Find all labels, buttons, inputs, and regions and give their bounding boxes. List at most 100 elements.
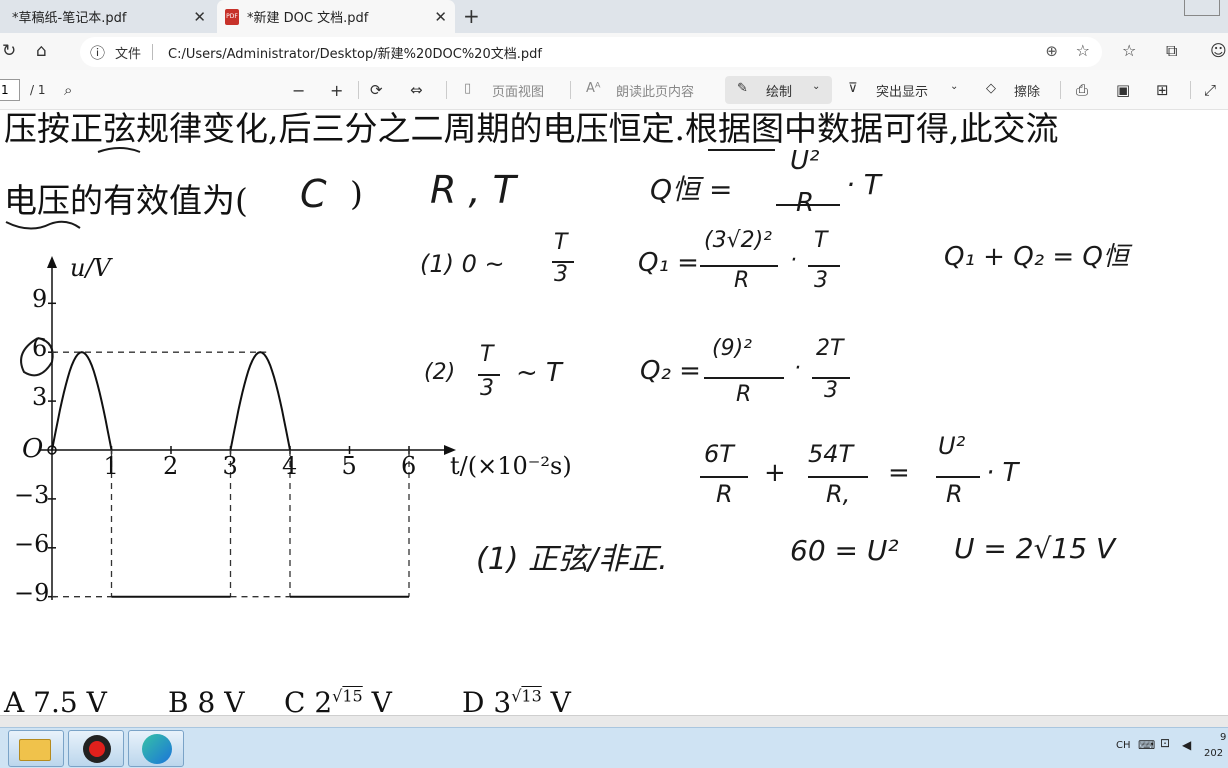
tab-title: *新建 DOC 文档.pdf [247,11,369,26]
hw-q2-num2: 2T [816,336,844,361]
hw-q1-den: R [734,268,750,293]
hw-step2: (2) [424,360,456,385]
rotate-icon[interactable]: ⟳ [370,81,383,99]
zoom-in-icon[interactable]: + [330,81,343,100]
hw-variables: R , T [430,168,516,212]
horizontal-scrollbar[interactable] [0,715,1228,727]
chevron-down-icon[interactable]: ⌄ [812,81,820,92]
hw-q2-den2: 3 [824,378,838,403]
tab-draft-notebook[interactable]: *草稿纸-笔记本.pdf ✕ [0,0,214,33]
page-total: / 1 [30,83,46,97]
highlight-button[interactable]: 突出显示 [876,81,928,100]
hw-q1: Q₁ = [638,248,699,278]
pdf-page: 压按正弦规律变化,后三分之二周期的电压恒定.根据图中数据可得,此交流 电压的有效… [0,110,1228,715]
collections-icon[interactable]: ⧉ [1166,41,1177,61]
clock-time[interactable]: 9 [1220,732,1226,743]
divider [358,81,359,99]
highlight-icon[interactable]: ⊽ [848,81,858,96]
option-d: D 3√13 V [462,686,571,715]
option-c: C 2√15 V [284,686,392,715]
fit-width-icon[interactable]: ⇔ [410,81,423,99]
address-bar: ↻ ⌂ ⓘ 文件 C:/Users/Administrator/Desktop/… [0,33,1228,70]
url-text[interactable]: C:/Users/Administrator/Desktop/新建%20DOC%… [168,43,542,62]
clock-date[interactable]: 202 [1204,748,1223,759]
hw-q-const: Q恒 = [650,173,733,206]
keyboard-icon[interactable]: ⌨ [1138,738,1155,752]
language-indicator[interactable]: CH [1116,740,1131,751]
pdf-toolbar: 1 / 1 ⌕ − + ⟳ ⇔ ▯ 页面视图 Aᴬ 朗读此页内容 ✎ 绘制 ⌄ … [0,70,1228,110]
hw-q1-num2: T [814,228,828,253]
hw-q-const-tail: · T [846,168,881,201]
zoom-icon[interactable]: ⊕ [1045,42,1058,60]
divider [446,81,447,99]
close-icon[interactable]: ✕ [434,8,447,26]
profile-icon[interactable]: ☺ [1210,41,1227,60]
hw-q1-num: (3√2)² [704,228,772,253]
x-tick-label: 2 [163,452,179,480]
x-tick-label: 3 [222,452,238,480]
window-control[interactable] [1184,0,1220,16]
sine-half-wave [51,351,113,451]
hw-note: (1) 正弦/非正. [476,542,668,577]
hw-result: U = 2√15 V [954,532,1116,565]
divider [152,44,153,60]
chevron-down-icon[interactable]: ⌄ [950,81,958,92]
print-icon[interactable]: ⎙ [1076,81,1088,99]
origin-label: O [22,434,44,464]
hw-step1-den: 3 [554,262,568,287]
tab-bar: *草稿纸-笔记本.pdf ✕ PDF *新建 DOC 文档.pdf ✕ + [0,0,1228,33]
draw-label: 绘制 [766,85,793,100]
hw-q1-den2: 3 [814,268,828,293]
y-tick-label: −3 [14,480,50,509]
y-axis-arrow [47,256,57,268]
y-tick-label: 9 [32,285,48,314]
tab-new-doc[interactable]: PDF *新建 DOC 文档.pdf ✕ [217,0,455,33]
hw-eq-r-num: U² [938,432,966,460]
read-aloud-icon[interactable]: Aᴬ [586,81,601,96]
new-tab-icon[interactable]: + [463,4,480,28]
hw-eq-equals: = [888,458,910,488]
zoom-out-icon[interactable]: − [292,81,305,100]
page-view-icon[interactable]: ▯ [464,81,471,96]
refresh-icon[interactable]: ↻ [2,41,16,61]
file-explorer-icon[interactable] [8,730,64,767]
hw-dot: · [790,248,797,273]
file-label: 文件 [115,47,142,62]
taskbar: CH ⌨ ⊡ ◀ 9 202 [0,727,1228,768]
page-view-button[interactable]: 页面视图 [492,81,544,100]
eraser-icon[interactable]: ◇ [986,81,996,96]
network-icon[interactable]: ⊡ [1160,736,1170,750]
hw-q2-den: R [736,382,752,407]
hw-eq-plus: + [764,458,786,488]
home-icon[interactable]: ⌂ [36,41,47,61]
hw-step1-num: T [554,230,568,255]
option-b: B 8 V [168,686,245,715]
favorites-icon[interactable]: ☆ [1122,41,1136,60]
volume-icon[interactable]: ◀ [1182,738,1191,752]
url-field[interactable]: ⓘ 文件 C:/Users/Administrator/Desktop/新建%2… [80,37,1102,67]
app-window: *草稿纸-笔记本.pdf ✕ PDF *新建 DOC 文档.pdf ✕ + ↻ … [0,0,1228,768]
expand-icon[interactable]: ⤢ [1204,81,1216,99]
record-icon[interactable] [68,730,124,767]
hw-sixty: 60 = U² [790,534,899,567]
x-tick-label: 6 [401,452,417,480]
hw-q-const-num: U² [790,146,820,176]
info-icon[interactable]: ⓘ [90,42,105,63]
pdf-icon: PDF [225,8,239,25]
save-icon[interactable]: ▣ [1116,81,1130,99]
add-favorite-icon[interactable]: ☆ [1076,41,1090,60]
erase-button[interactable]: 擦除 [1014,81,1040,100]
edge-icon[interactable] [128,730,184,767]
hw-step2-tail: ~ T [516,358,562,388]
page-number-input[interactable]: 1 [0,79,20,101]
close-icon[interactable]: ✕ [193,8,206,26]
tab-title: *草稿纸-笔记本.pdf [12,11,127,26]
option-a: A 7.5 V [4,686,107,715]
hw-q2-num: (9)² [712,336,752,361]
x-axis-label: t/(×10⁻²s) [450,452,572,480]
y-tick-label: −6 [14,529,50,558]
search-icon[interactable]: ⌕ [64,81,72,99]
read-aloud-button[interactable]: 朗读此页内容 [616,81,694,100]
save-as-icon[interactable]: ⊞ [1156,81,1169,99]
y-axis-label: u/V [70,254,111,282]
